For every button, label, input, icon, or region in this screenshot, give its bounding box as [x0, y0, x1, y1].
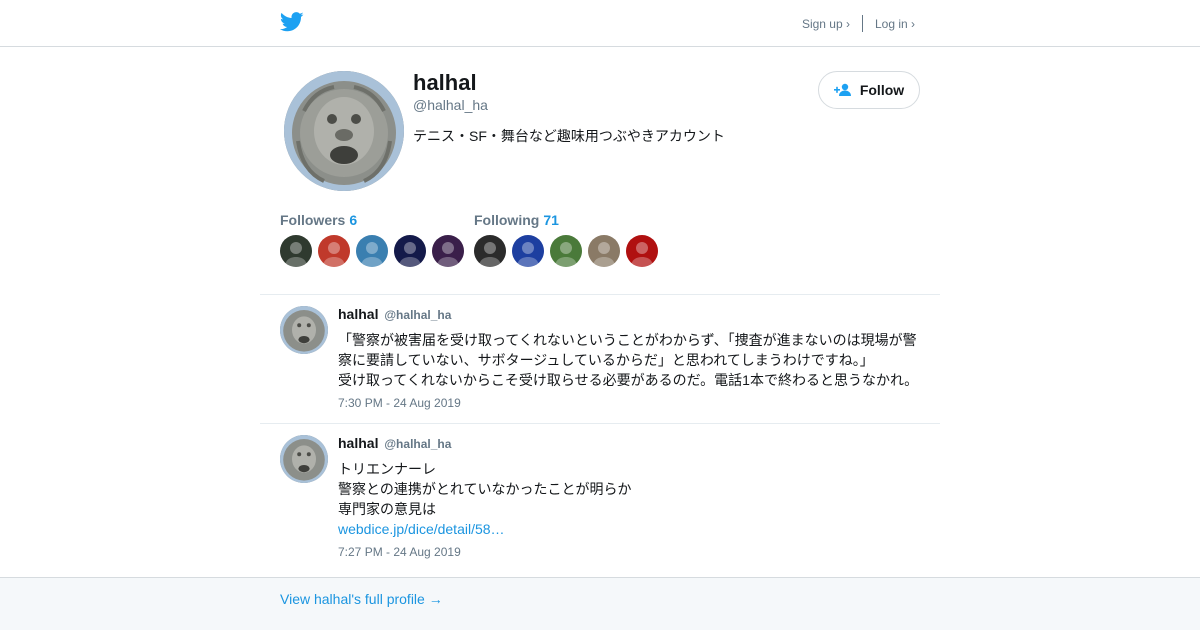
- profile-avatar[interactable]: [284, 71, 404, 191]
- add-user-icon: [833, 83, 851, 96]
- tweet-link[interactable]: webdice.jp/dice/detail/58…: [338, 519, 930, 539]
- user-avatar[interactable]: [626, 235, 658, 267]
- user-avatar[interactable]: [280, 235, 312, 267]
- profile-handle: @halhal_ha: [413, 97, 488, 113]
- tweet-line: 受け取ってくれないからこそ受け取らせる必要があるのだ。電話1本で終わると思うなか…: [338, 372, 919, 388]
- tweet-text: 「警察が被害届を受け取ってくれないということがわからず、「捜査が進まないのは現場…: [338, 330, 930, 390]
- tweet[interactable]: halhal @halhal_ha 「警察が被害届を受け取ってくれないということ…: [280, 306, 930, 416]
- user-avatar[interactable]: [318, 235, 350, 267]
- divider: [260, 423, 940, 424]
- lion-statue-avatar: [280, 306, 328, 354]
- followers-link[interactable]: Followers 6: [280, 212, 470, 228]
- user-avatar[interactable]: [432, 235, 464, 267]
- user-avatar[interactable]: [356, 235, 388, 267]
- followers-label: Followers: [280, 212, 346, 228]
- user-avatar[interactable]: [394, 235, 426, 267]
- tweet-author-handle[interactable]: @halhal_ha: [384, 308, 451, 322]
- tweet-avatar[interactable]: [280, 306, 328, 354]
- tweet-header: halhal @halhal_ha: [338, 306, 451, 322]
- footer: View halhal's full profile →: [0, 577, 1200, 630]
- profile-card: halhal @halhal_ha テニス・SF・舞台など趣味用つぶやきアカウン…: [280, 70, 920, 280]
- tweet-header: halhal @halhal_ha: [338, 435, 451, 451]
- profile-name: halhal: [413, 70, 477, 95]
- tweet-line: 専門家の意見は: [338, 501, 436, 517]
- login-link[interactable]: Log in ›: [875, 17, 915, 31]
- tweet-line: 「警察が被害届を受け取ってくれないということがわからず、「捜査が進まないのは現場…: [338, 332, 917, 348]
- following-link[interactable]: Following 71: [474, 212, 664, 228]
- follow-button-label: Follow: [859, 82, 905, 98]
- tweet-author-name[interactable]: halhal: [338, 435, 378, 451]
- tweet-line: 警察との連携がとれていなかったことが明らか: [338, 481, 632, 497]
- following-avatars: [474, 235, 664, 267]
- full-profile-link[interactable]: View halhal's full profile →: [280, 591, 443, 607]
- followers-group: Followers 6: [280, 212, 470, 267]
- twitter-bird-icon[interactable]: [279, 11, 304, 33]
- signup-link[interactable]: Sign up ›: [802, 17, 850, 31]
- tweet-author-handle[interactable]: @halhal_ha: [384, 437, 451, 451]
- follow-button[interactable]: Follow: [818, 71, 920, 109]
- profile-bio: テニス・SF・舞台など趣味用つぶやきアカウント: [413, 128, 725, 144]
- following-label: Following: [474, 212, 540, 228]
- lion-statue-avatar: [280, 435, 328, 483]
- nav-divider: [861, 15, 863, 32]
- lion-statue-avatar: [284, 71, 404, 191]
- divider: [260, 294, 940, 295]
- tweet[interactable]: halhal @halhal_ha トリエンナーレ 警察との連携がとれていなかっ…: [280, 435, 930, 565]
- following-group: Following 71: [474, 212, 664, 267]
- user-avatar[interactable]: [588, 235, 620, 267]
- user-avatar[interactable]: [512, 235, 544, 267]
- followers-count: 6: [349, 212, 358, 228]
- following-count: 71: [543, 212, 559, 228]
- tweet-line: トリエンナーレ: [338, 461, 436, 477]
- tweet-timestamp[interactable]: 7:30 PM - 24 Aug 2019: [338, 396, 461, 410]
- top-bar: Sign up › Log in ›: [0, 0, 1200, 47]
- tweet-line: 察に要請していない、サボタージュしているからだ」と思われてしまうわけですね。」: [338, 352, 874, 368]
- tweet-author-name[interactable]: halhal: [338, 306, 378, 322]
- user-avatar[interactable]: [474, 235, 506, 267]
- followers-avatars: [280, 235, 470, 267]
- top-nav: Sign up › Log in ›: [802, 15, 915, 32]
- tweet-avatar[interactable]: [280, 435, 328, 483]
- tweet-timestamp[interactable]: 7:27 PM - 24 Aug 2019: [338, 545, 461, 559]
- user-avatar[interactable]: [550, 235, 582, 267]
- tweet-text: トリエンナーレ 警察との連携がとれていなかったことが明らか 専門家の意見は we…: [338, 459, 930, 539]
